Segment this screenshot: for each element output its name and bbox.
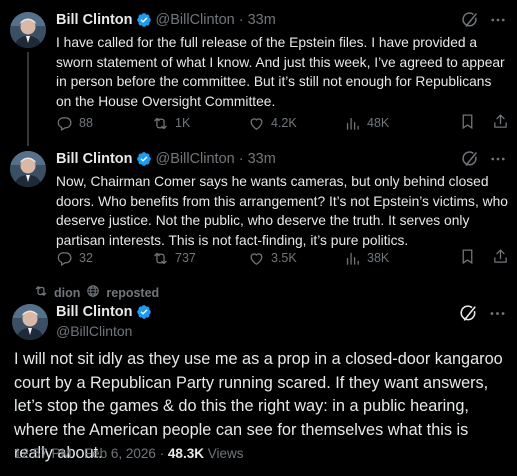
tweet-time[interactable]: 33m xyxy=(248,12,276,28)
verified-badge-icon xyxy=(136,304,152,320)
globe-icon xyxy=(86,284,100,301)
like-count: 3.5K xyxy=(271,251,297,265)
verified-badge-icon xyxy=(136,151,152,167)
views-icon xyxy=(344,250,361,267)
repost-icon xyxy=(152,250,169,267)
thread-line xyxy=(27,52,29,146)
separator-dot: · xyxy=(238,151,244,167)
separator-dot: · xyxy=(238,12,244,28)
views-button[interactable]: 48K xyxy=(344,115,440,132)
tweet-meta: 12:57 PM · Feb 6, 2026 · 48.3K Views xyxy=(14,446,244,461)
repost-icon xyxy=(34,284,48,301)
main-header-icons xyxy=(459,304,507,328)
more-icon[interactable] xyxy=(489,11,507,29)
reposted-label: reposted xyxy=(106,285,160,300)
reply-button[interactable]: 32 xyxy=(56,250,152,267)
grok-icon[interactable] xyxy=(461,11,479,29)
tweet-text: Now, Chairman Comer says he wants camera… xyxy=(56,174,508,248)
post-date[interactable]: Feb 6, 2026 xyxy=(84,446,156,461)
views-count: 48K xyxy=(367,116,390,130)
like-icon xyxy=(248,250,265,267)
repost-icon xyxy=(152,115,169,132)
repost-button[interactable]: 737 xyxy=(152,250,248,267)
more-icon[interactable] xyxy=(488,304,507,328)
author-handle[interactable]: @BillClinton xyxy=(56,322,156,340)
reposter-name[interactable]: dion xyxy=(54,286,80,300)
grok-icon[interactable] xyxy=(461,150,479,168)
repost-button[interactable]: 1K xyxy=(152,115,248,132)
tweet-text: I have called for the full release of th… xyxy=(56,35,505,109)
author-name[interactable]: Bill Clinton xyxy=(56,12,133,28)
share-icon[interactable] xyxy=(492,113,509,133)
reply-count: 88 xyxy=(79,116,93,130)
avatar[interactable] xyxy=(10,151,46,187)
like-icon xyxy=(248,115,265,132)
views-label: Views xyxy=(207,446,244,461)
more-icon[interactable] xyxy=(489,150,507,168)
author-handle[interactable]: @BillClinton xyxy=(156,151,235,167)
author-name[interactable]: Bill Clinton xyxy=(56,303,133,321)
views-count[interactable]: 48.3K xyxy=(168,446,204,461)
tweet-time[interactable]: 33m xyxy=(248,151,276,167)
repost-count: 1K xyxy=(175,116,191,130)
share-icon[interactable] xyxy=(492,248,509,268)
avatar[interactable] xyxy=(12,304,48,340)
tweet-actions: 88 1K 4.2K 48K xyxy=(56,113,509,133)
author-name[interactable]: Bill Clinton xyxy=(56,151,133,167)
bookmark-icon[interactable] xyxy=(459,248,476,268)
like-button[interactable]: 4.2K xyxy=(248,115,344,132)
verified-badge-icon xyxy=(136,12,152,28)
reply-icon xyxy=(56,115,73,132)
repost-count: 737 xyxy=(175,251,196,265)
grok-icon[interactable] xyxy=(459,304,478,328)
author-handle[interactable]: @BillClinton xyxy=(156,12,235,28)
tweet-actions: 32 737 3.5K 38K xyxy=(56,248,509,268)
views-button[interactable]: 38K xyxy=(344,250,440,267)
avatar[interactable] xyxy=(10,12,46,48)
repost-banner: dion reposted xyxy=(34,284,159,301)
post-time[interactable]: 12:57 PM xyxy=(14,446,72,461)
views-icon xyxy=(344,115,361,132)
reply-button[interactable]: 88 xyxy=(56,115,152,132)
views-count: 38K xyxy=(367,251,390,265)
like-button[interactable]: 3.5K xyxy=(248,250,344,267)
tweet-header: Bill Clinton @BillClinton · 33m xyxy=(56,10,507,30)
main-author-block: Bill Clinton @BillClinton xyxy=(56,303,156,340)
reply-icon xyxy=(56,250,73,267)
reply-count: 32 xyxy=(79,251,93,265)
tweet-header: Bill Clinton @BillClinton · 33m xyxy=(56,149,507,169)
bookmark-icon[interactable] xyxy=(459,113,476,133)
like-count: 4.2K xyxy=(271,116,297,130)
